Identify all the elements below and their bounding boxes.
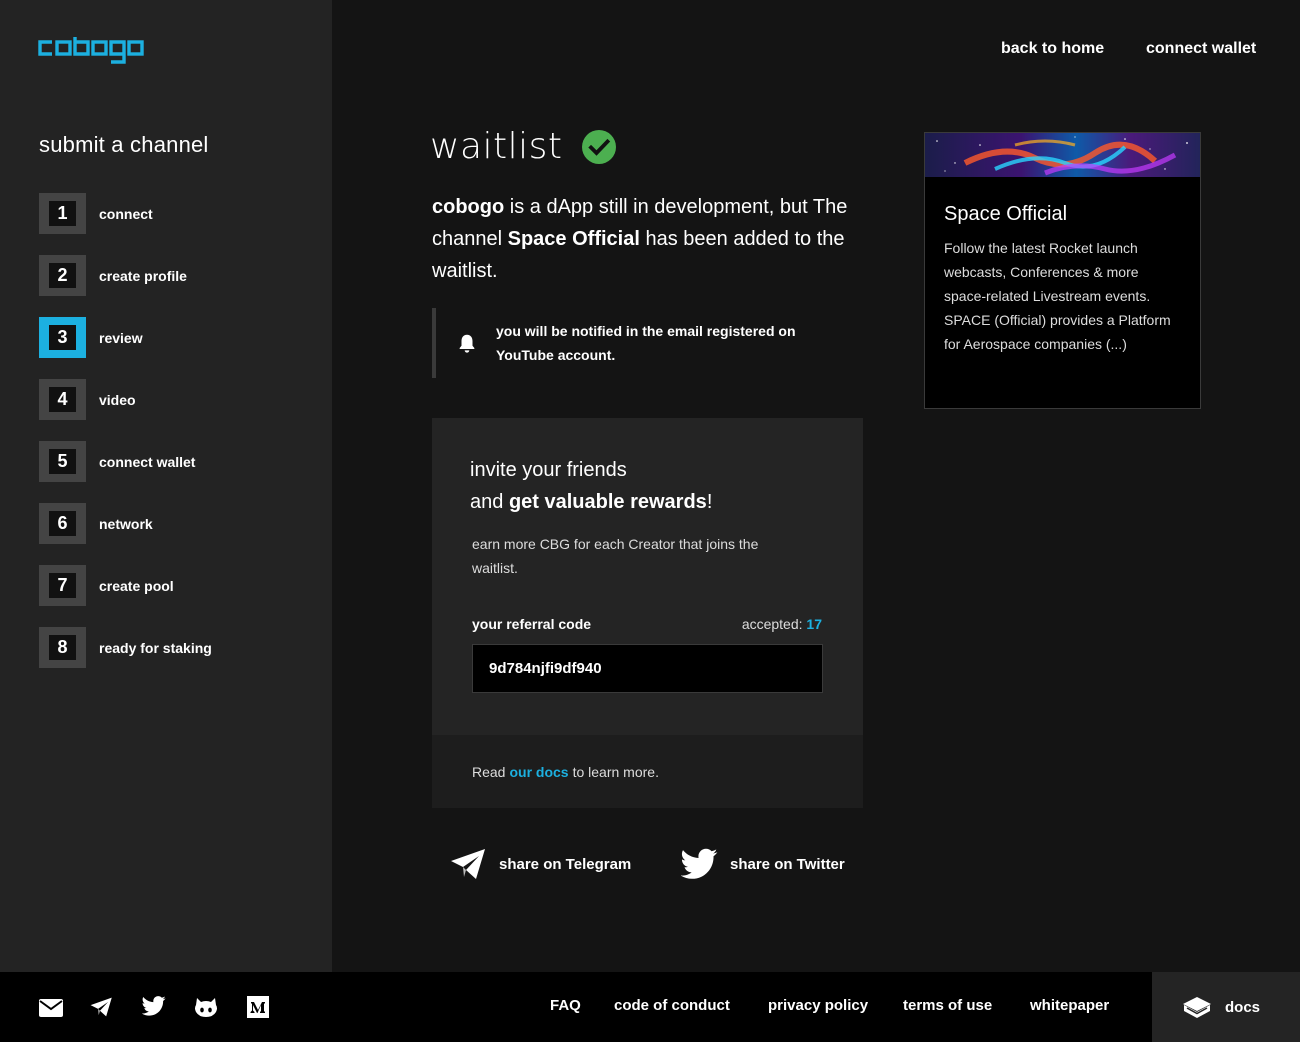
referral-code-input[interactable] xyxy=(472,644,823,693)
intro-channel-name: Space Official xyxy=(507,228,640,250)
footer-link-code-of-conduct[interactable]: code of conduct xyxy=(614,997,730,1014)
step-label: review xyxy=(99,329,143,346)
invite-title: invite your friends and get valuable rew… xyxy=(470,454,825,518)
step-label: connect wallet xyxy=(99,453,196,470)
channel-name: Space Official xyxy=(944,203,1068,225)
footer-link-whitepaper[interactable]: whitepaper xyxy=(1030,997,1109,1014)
step-video[interactable]: 4 video xyxy=(39,379,212,420)
step-number: 5 xyxy=(49,449,76,474)
notice-text: you will be notified in the email regist… xyxy=(496,323,796,363)
page-title-row: waitlist xyxy=(430,126,617,167)
accepted-counter: accepted: 17 xyxy=(742,616,822,632)
step-review[interactable]: 3 review xyxy=(39,317,212,358)
email-notice: you will be notified in the email regist… xyxy=(432,308,862,378)
accepted-count: 17 xyxy=(806,616,822,632)
footer-link-faq[interactable]: FAQ xyxy=(550,997,581,1014)
step-label: create pool xyxy=(99,577,174,594)
docs-button[interactable]: docs xyxy=(1152,972,1300,1042)
docs-label: docs xyxy=(1225,998,1261,1016)
footer: FAQ code of conduct privacy policy terms… xyxy=(0,972,1300,1042)
share-twitter-label: share on Twitter xyxy=(730,855,845,873)
footer-link-terms-of-use[interactable]: terms of use xyxy=(903,997,992,1014)
book-icon xyxy=(1183,997,1211,1018)
step-label: connect xyxy=(99,205,153,222)
step-number: 7 xyxy=(49,573,76,598)
check-circle-icon xyxy=(581,129,616,164)
invite-line-1: invite your friends xyxy=(470,459,627,481)
step-number: 2 xyxy=(49,263,76,288)
twitter-icon xyxy=(681,848,718,879)
step-create-pool[interactable]: 7 create pool xyxy=(39,565,212,606)
referral-code-label: your referral code xyxy=(472,616,592,632)
twitter-icon[interactable] xyxy=(142,996,166,1016)
share-telegram-button[interactable]: share on Telegram xyxy=(450,848,631,880)
step-number: 8 xyxy=(49,635,76,660)
cobogo-logo[interactable] xyxy=(38,36,160,64)
step-connect-wallet[interactable]: 5 connect wallet xyxy=(39,441,212,482)
docs-note-prefix: Read xyxy=(472,763,506,780)
bell-icon xyxy=(459,334,475,353)
step-label: video xyxy=(99,391,136,408)
connect-wallet-link[interactable]: connect wallet xyxy=(1146,40,1256,58)
github-icon[interactable] xyxy=(194,996,218,1018)
step-network[interactable]: 6 network xyxy=(39,503,212,544)
channel-description: Follow the latest Rocket launch webcasts… xyxy=(944,240,1171,352)
invite-description: earn more CBG for each Creator that join… xyxy=(472,536,759,576)
step-list: 1 connect 2 create profile 3 review 4 vi… xyxy=(39,193,212,689)
docs-note: Read our docs to learn more. xyxy=(432,735,863,808)
accepted-label: accepted: xyxy=(741,616,807,632)
invite-line-2-prefix: and xyxy=(470,491,509,513)
step-label: create profile xyxy=(99,267,187,284)
step-connect[interactable]: 1 connect xyxy=(39,193,212,234)
channel-card: Space Official Follow the latest Rocket … xyxy=(924,132,1201,409)
share-telegram-label: share on Telegram xyxy=(499,855,632,873)
our-docs-link[interactable]: our docs xyxy=(509,764,568,780)
invite-card: invite your friends and get valuable rew… xyxy=(432,418,863,808)
back-to-home-link[interactable]: back to home xyxy=(1001,40,1104,58)
docs-note-suffix: to learn more. xyxy=(572,763,659,780)
telegram-icon xyxy=(451,849,485,879)
telegram-icon[interactable] xyxy=(90,996,113,1018)
medium-icon[interactable] xyxy=(247,996,269,1018)
channel-banner xyxy=(925,133,1200,177)
invite-line-2-bold: get valuable rewards xyxy=(508,491,707,513)
step-number: 6 xyxy=(49,511,76,536)
step-ready-for-staking[interactable]: 8 ready for staking xyxy=(39,627,212,668)
step-label: network xyxy=(99,515,153,532)
step-number: 3 xyxy=(49,325,76,350)
intro-brand: cobogo xyxy=(432,196,505,218)
page-title: waitlist xyxy=(430,126,563,167)
sidebar-title: submit a channel xyxy=(39,132,209,157)
step-create-profile[interactable]: 2 create profile xyxy=(39,255,212,296)
share-twitter-button[interactable]: share on Twitter xyxy=(681,848,845,880)
step-label: ready for staking xyxy=(99,639,212,656)
invite-line-2-suffix: ! xyxy=(706,491,713,513)
mail-icon[interactable] xyxy=(39,999,63,1017)
step-number: 1 xyxy=(49,201,76,226)
step-number: 4 xyxy=(49,387,76,412)
sidebar: submit a channel 1 connect 2 create prof… xyxy=(0,0,332,972)
footer-link-privacy-policy[interactable]: privacy policy xyxy=(768,997,868,1014)
waitlist-intro: cobogo is a dApp still in development, b… xyxy=(432,191,862,287)
